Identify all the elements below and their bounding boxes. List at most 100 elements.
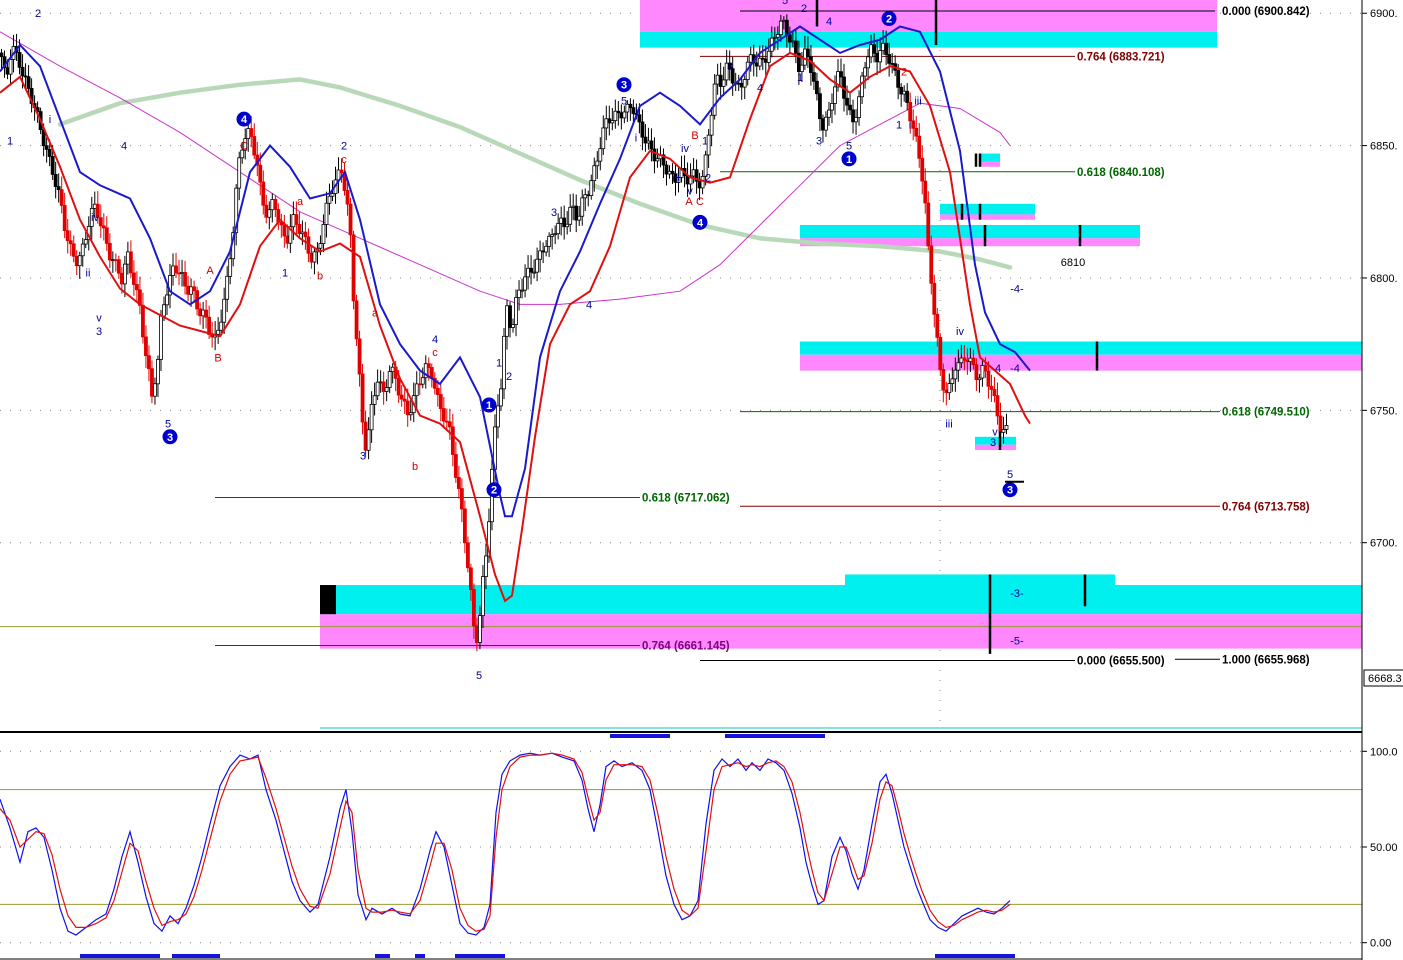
fib-level-label: 0.764 (6883.721) — [1077, 51, 1165, 63]
price-annotation: 6810 — [1061, 257, 1085, 269]
wave-label: i — [49, 114, 51, 126]
wave-label-text: 3 — [621, 80, 627, 92]
wave-label: b — [317, 270, 323, 282]
wave-label-circled: 2 — [881, 11, 897, 27]
wave-label: B — [691, 130, 698, 142]
oscillator-axis-tick-label: 0.00 — [1370, 938, 1391, 950]
candle — [502, 327, 506, 400]
fib-level-label: 0.618 (6840.108) — [1077, 167, 1165, 179]
wave-label: 1 — [496, 358, 502, 370]
wave-label: iii — [945, 419, 952, 431]
wave-label: 3 — [96, 326, 102, 338]
wave-label: i — [635, 133, 637, 145]
candle — [354, 294, 359, 346]
price-axis-tick-label: 6800. — [1370, 273, 1398, 285]
wave-label-circled: 1 — [841, 151, 857, 167]
wave-label: i — [909, 119, 911, 131]
price-axis-tick-label: 6900. — [1370, 8, 1398, 20]
signal-segment — [172, 954, 220, 958]
wave-label: 5 — [621, 96, 627, 108]
wave-label: 1 — [797, 72, 803, 84]
price-annotation: -5- — [1010, 636, 1024, 648]
wave-label: b — [412, 461, 418, 473]
candle — [938, 333, 943, 376]
oscillator-axis-tick-label: 100.0 — [1370, 746, 1398, 758]
wave-label: 1 — [896, 119, 902, 131]
chart-root: 0.000 (6900.842) 0.764 (6883.721) 0.618 (6… — [0, 0, 1403, 960]
price-axis-tick-label: 6750. — [1370, 405, 1398, 417]
wave-label: 5 — [165, 419, 171, 431]
signal-segment — [455, 954, 505, 958]
wave-label: 4 — [995, 363, 1001, 375]
wave-label: A — [685, 196, 693, 208]
wave-label-circled: 3 — [162, 429, 178, 445]
wave-label: C — [696, 196, 704, 208]
wave-label: 1 — [702, 135, 708, 147]
wave-label-circled: 4 — [692, 214, 708, 230]
wave-label: 3 — [360, 450, 366, 462]
wave-label: 1 — [7, 135, 13, 147]
price-zone — [320, 585, 1362, 615]
wave-label: C — [240, 141, 248, 153]
signal-segment — [415, 954, 425, 958]
wave-label: iii — [914, 96, 921, 108]
wave-label: iv — [681, 143, 689, 155]
wave-label: 3 — [727, 61, 733, 73]
wave-label-text: 4 — [697, 217, 704, 229]
wave-label-text: 4 — [241, 114, 248, 126]
wave-label: 1 — [282, 268, 288, 280]
wave-label: c — [432, 347, 438, 359]
price-axis-tick-label: 6700. — [1370, 538, 1398, 550]
candle — [351, 230, 356, 310]
wave-label: iii — [672, 172, 679, 184]
price-zone — [800, 341, 1362, 355]
fib-level-label: 0.764 (6661.145) — [642, 641, 730, 653]
fib-level-label: 0.000 (6655.500) — [1077, 655, 1165, 667]
wave-label: 2 — [901, 66, 907, 78]
oscillator-axis-tick-label: 50.00 — [1370, 842, 1398, 854]
wave-label-text: 2 — [491, 485, 497, 497]
wave-label: c — [341, 154, 347, 166]
wave-label: 5 — [782, 0, 788, 7]
price-annotation: -3- — [1010, 588, 1024, 600]
wave-label-text: 2 — [886, 14, 892, 26]
wave-label: 2 — [801, 3, 807, 15]
signal-segment — [935, 954, 1015, 958]
wave-label-circled: 4 — [236, 111, 252, 127]
price-zone — [980, 153, 1000, 162]
wave-label-text: 1 — [486, 400, 492, 412]
wave-label: 3 — [551, 207, 557, 219]
wave-label-circled: 3 — [616, 77, 632, 93]
price-zone — [940, 214, 1035, 220]
fib-level-label: 0.618 (6749.510) — [1222, 407, 1310, 419]
price-tag-text: 6668.3 — [1368, 673, 1402, 685]
fib-level-label: 0.000 (6900.842) — [1222, 6, 1310, 18]
wave-label-text: 1 — [846, 154, 852, 166]
wave-label-text: 3 — [167, 432, 173, 444]
wave-label: iv — [956, 326, 964, 338]
price-zone — [980, 161, 1000, 167]
signal-segment — [610, 734, 670, 738]
wave-label: v — [96, 313, 102, 325]
zone-marker — [320, 585, 336, 615]
signal-segment — [80, 954, 160, 958]
wave-label: 2 — [705, 172, 711, 184]
price-tag: 6668.3 — [1363, 669, 1403, 687]
wave-label: 2 — [506, 371, 512, 383]
wave-label: 2 — [341, 141, 347, 153]
wave-label: B — [214, 352, 221, 364]
wave-label: 3 — [990, 437, 996, 449]
price-zone — [640, 0, 1217, 32]
wave-label: iv — [91, 212, 99, 224]
price-annotation: -4- — [1010, 284, 1024, 296]
wave-label: 4 — [826, 16, 832, 28]
wave-label: 5 — [476, 670, 482, 682]
wave-label-circled: 3 — [1002, 482, 1018, 498]
wave-label: a — [297, 196, 304, 208]
wave-label: a — [372, 307, 379, 319]
wave-label-text: 3 — [1007, 485, 1013, 497]
wave-label-circled: 1 — [481, 397, 497, 413]
wave-label: 5 — [846, 141, 852, 153]
price-axis-tick-label: 6850. — [1370, 141, 1398, 153]
fib-level-label: 0.618 (6717.062) — [642, 493, 730, 505]
